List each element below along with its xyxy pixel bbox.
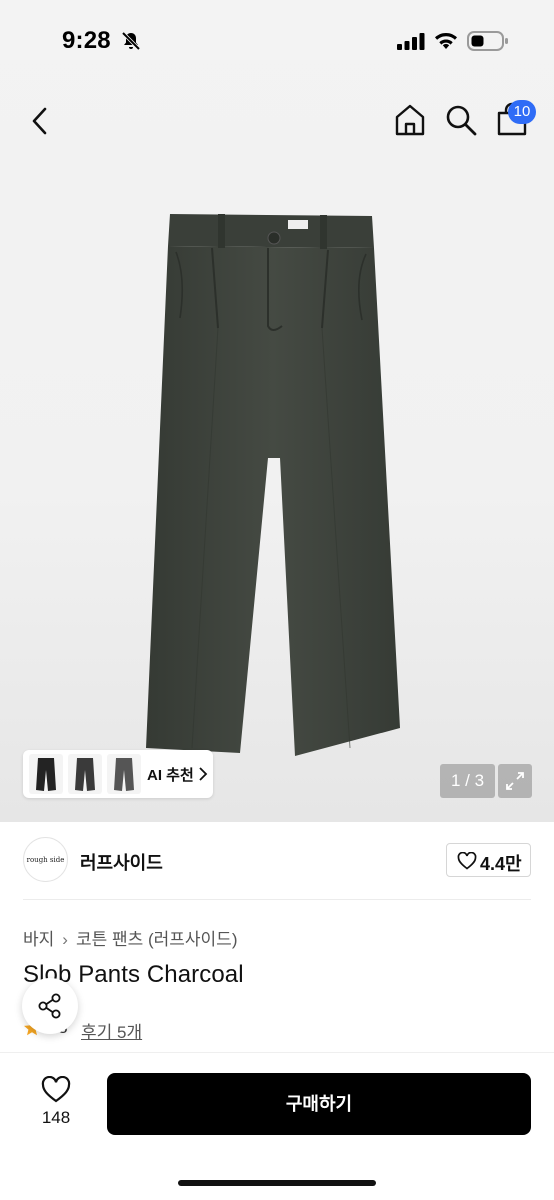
expand-icon [506, 772, 524, 790]
breadcrumb-subcategory[interactable]: 코튼 팬츠 (러프사이드) [76, 930, 238, 949]
wifi-icon [435, 33, 457, 49]
back-arrow-icon[interactable] [26, 104, 54, 138]
breadcrumb: 바지 › 코튼 팬츠 (러프사이드) [23, 925, 237, 950]
brand-like-count: 4.4만 [480, 854, 522, 874]
brand-logo[interactable]: rough side [23, 837, 68, 882]
buy-button[interactable]: 구매하기 [107, 1073, 531, 1135]
review-count-link[interactable]: 후기 5개 [81, 1018, 142, 1043]
share-icon [38, 993, 61, 1019]
share-button[interactable] [22, 978, 78, 1034]
divider [23, 899, 531, 900]
search-icon[interactable] [443, 102, 479, 138]
wishlist-count: 148 [41, 1108, 71, 1127]
expand-button[interactable] [498, 764, 532, 798]
thumbnail-3[interactable] [107, 754, 141, 794]
battery-icon [467, 31, 508, 51]
home-indicator [178, 1180, 376, 1186]
brand-like-button[interactable]: 4.4만 [446, 843, 531, 877]
thumbnail-1[interactable] [29, 754, 63, 794]
ai-recommend-label[interactable]: AI 추천 [147, 764, 194, 785]
cellular-signal-icon [397, 33, 425, 50]
heart-outline-icon [457, 852, 477, 870]
home-icon[interactable] [392, 102, 428, 138]
thumbnail-strip[interactable]: AI 추천 [23, 750, 213, 798]
chevron-right-icon: › [62, 930, 68, 949]
heart-outline-icon[interactable] [41, 1076, 71, 1103]
thumbnail-2[interactable] [68, 754, 102, 794]
brand-name[interactable]: 러프사이드 [80, 849, 163, 875]
image-page-counter: 1 / 3 [440, 764, 495, 798]
product-image-pants[interactable] [140, 208, 410, 756]
status-bar: 9:28 [0, 0, 554, 84]
status-time: 9:28 [62, 27, 111, 54]
breadcrumb-category[interactable]: 바지 [23, 930, 54, 949]
cart-count-badge: 10 [508, 100, 536, 124]
chevron-right-icon [199, 767, 208, 781]
bell-muted-icon [121, 31, 141, 51]
